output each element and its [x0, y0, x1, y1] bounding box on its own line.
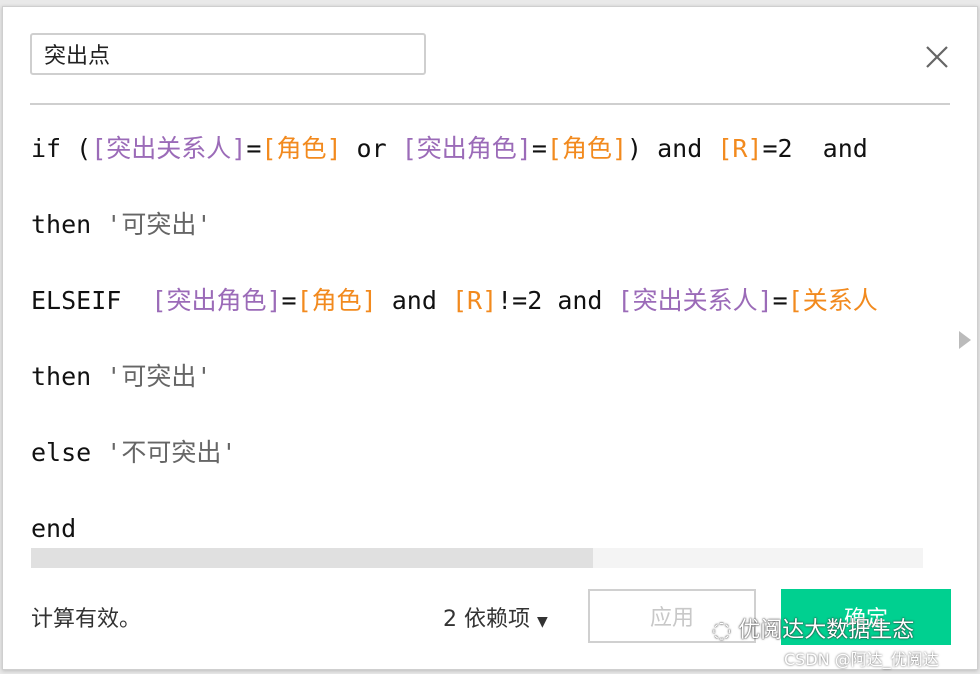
- code-token-string: '可突出': [106, 362, 212, 391]
- calculation-status: 计算有效。: [31, 607, 142, 632]
- code-line[interactable]: end: [31, 497, 943, 547]
- calculation-name-input[interactable]: [30, 33, 426, 75]
- code-token-keyword: =: [772, 286, 788, 315]
- code-token-param: [角色]: [261, 134, 342, 163]
- code-token-keyword: ) and: [627, 134, 718, 163]
- code-token-keyword: end: [31, 514, 77, 543]
- code-token-keyword: if (: [31, 134, 92, 163]
- code-token-field: [突出角色]: [151, 286, 282, 315]
- code-token-field: [突出关系人]: [617, 286, 773, 315]
- code-token-string: '可突出': [106, 210, 212, 239]
- code-token-string: '不可突出': [106, 438, 237, 467]
- watermark-text: 优阅达大数据生态: [738, 618, 915, 643]
- code-token-param: [角色]: [296, 286, 377, 315]
- calculation-dialog: if ([突出关系人]=[角色] or [突出角色]=[角色]) and [R]…: [2, 6, 978, 670]
- code-token-keyword: =2 and: [762, 134, 868, 163]
- close-icon[interactable]: [923, 43, 951, 71]
- code-line[interactable]: ELSEIF [突出角色]=[角色] and [R]!=2 and [突出关系人…: [31, 269, 943, 345]
- horizontal-scrollbar[interactable]: [31, 548, 923, 568]
- code-line[interactable]: else '不可突出': [31, 421, 943, 497]
- code-token-keyword: else: [31, 438, 107, 467]
- code-line[interactable]: then '可突出': [31, 193, 943, 269]
- code-token-keyword: =: [531, 134, 547, 163]
- watermark: ◌ 优阅达大数据生态: [712, 612, 914, 644]
- code-token-param: [角色]: [546, 134, 627, 163]
- code-token-keyword: ELSEIF: [31, 286, 152, 315]
- code-token-field: [突出角色]: [401, 134, 532, 163]
- code-token-keyword: or: [341, 134, 402, 163]
- code-line[interactable]: then '可突出': [31, 345, 943, 421]
- code-token-keyword: then: [31, 362, 107, 391]
- code-token-keyword: and: [376, 286, 452, 315]
- expand-right-arrow-icon[interactable]: [959, 331, 971, 349]
- code-token-keyword: !=2 and: [497, 286, 618, 315]
- formula-editor[interactable]: if ([突出关系人]=[角色] or [突出角色]=[角色]) and [R]…: [31, 117, 943, 547]
- code-line[interactable]: if ([突出关系人]=[角色] or [突出角色]=[角色]) and [R]…: [31, 117, 943, 193]
- code-token-param: [R]: [717, 134, 763, 163]
- divider: [30, 103, 950, 105]
- dependencies-dropdown[interactable]: 2 依赖项 ▼: [443, 601, 548, 633]
- caret-down-icon: ▼: [537, 614, 548, 630]
- code-token-keyword: =: [281, 286, 297, 315]
- watermark-credit: CSDN @阿达_优阅达: [784, 650, 939, 669]
- code-token-param: [关系人: [787, 286, 878, 315]
- wechat-icon: ◌: [712, 618, 732, 643]
- scrollbar-thumb[interactable]: [31, 548, 593, 568]
- code-token-keyword: =: [246, 134, 262, 163]
- code-token-field: [突出关系人]: [91, 134, 247, 163]
- code-token-keyword: then: [31, 210, 107, 239]
- dependencies-label: 2 依赖项: [443, 607, 530, 632]
- code-token-param: [R]: [451, 286, 498, 315]
